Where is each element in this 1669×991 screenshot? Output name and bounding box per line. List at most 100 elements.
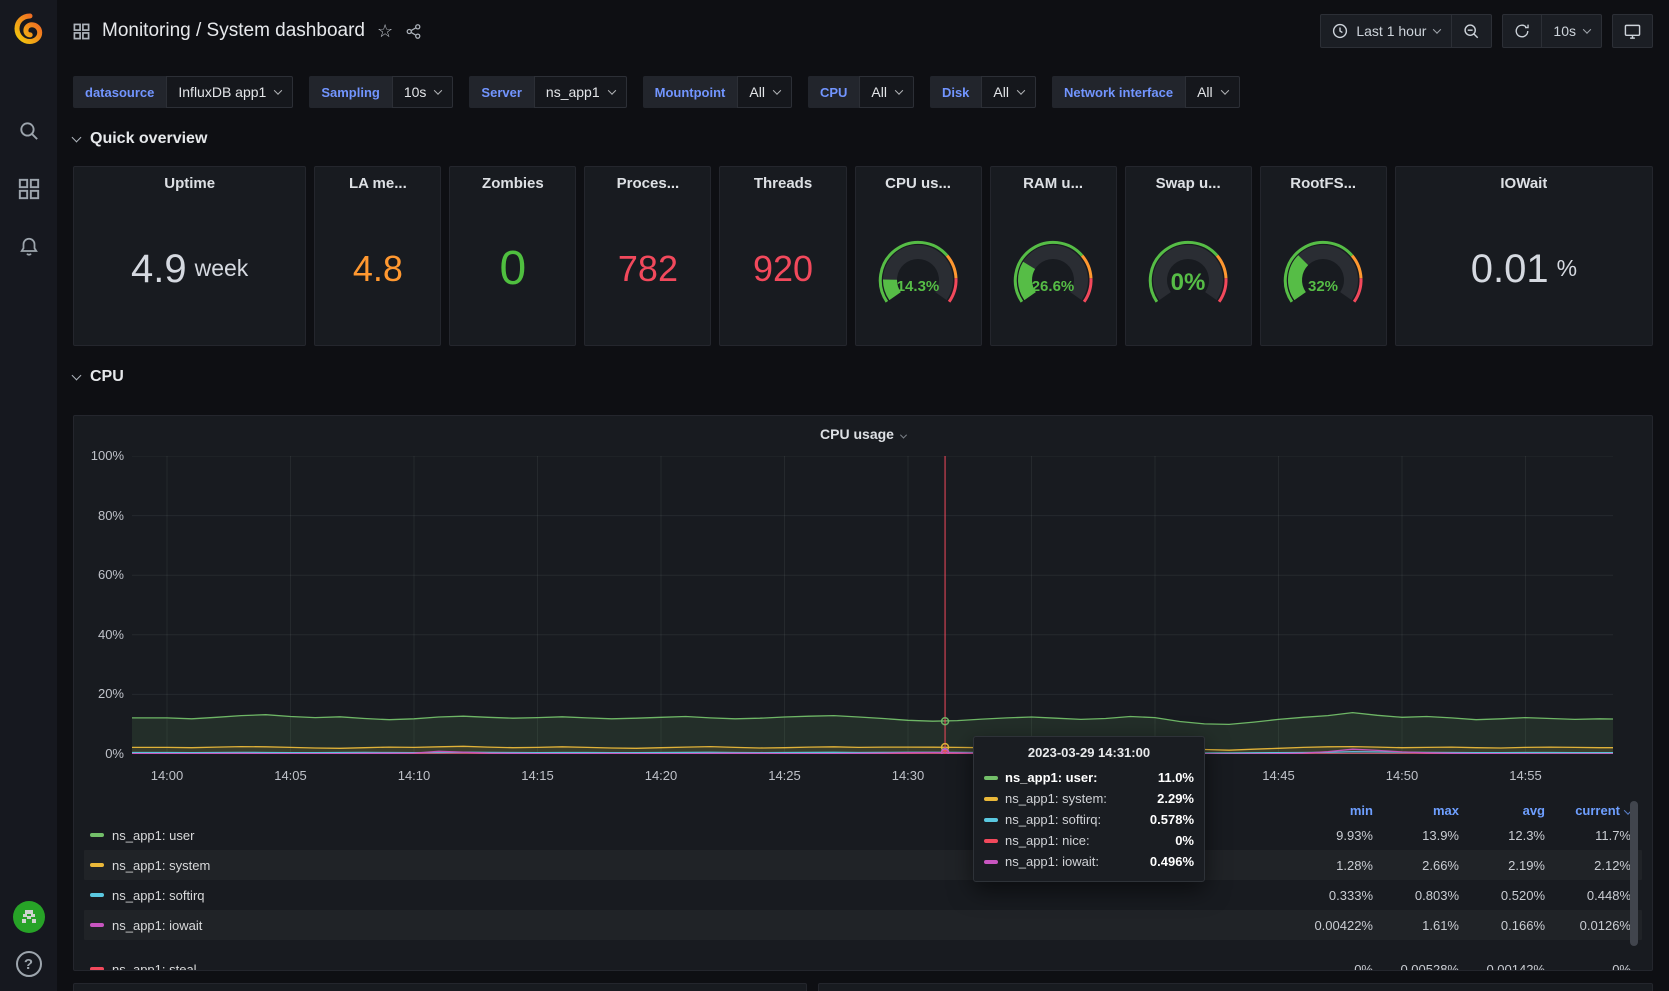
stat-panel-rootfs-: RootFS...32% (1260, 166, 1387, 346)
stat-panel-title: Proces... (617, 175, 680, 192)
legend-value: 0.00142% (1459, 962, 1545, 972)
x-tick-label: 14:10 (398, 768, 431, 783)
timeseries-plot[interactable] (132, 456, 1613, 754)
tooltip-timestamp: 2023-03-29 14:31:00 (984, 745, 1194, 760)
legend-header: minmaxavgcurrent (84, 800, 1642, 820)
series-swatch[interactable] (90, 863, 104, 867)
variable-value-dropdown[interactable]: 10s (392, 76, 454, 108)
chevron-down-icon (274, 86, 282, 94)
series-swatch[interactable] (90, 923, 104, 927)
panel-title-text: CPU usage (820, 426, 894, 442)
zoom-out-button[interactable] (1451, 15, 1491, 47)
next-panel-sliver-right (818, 983, 1653, 991)
x-tick-label: 14:55 (1509, 768, 1542, 783)
legend-series-label[interactable]: ns_app1: steal (112, 962, 197, 972)
gauge: 14.3% (858, 228, 978, 310)
x-tick-label: 14:20 (645, 768, 678, 783)
legend-column-max[interactable]: max (1373, 803, 1459, 818)
time-range-picker[interactable]: Last 1 hour (1321, 15, 1451, 47)
variable-disk: DiskAll (930, 76, 1036, 108)
variable-label: CPU (808, 76, 859, 108)
panel-title-cpu-usage[interactable]: CPU usage (74, 426, 1652, 442)
legend-series-label[interactable]: ns_app1: iowait (112, 918, 202, 933)
x-tick-label: 14:45 (1262, 768, 1295, 783)
tooltip-series-value: 2.29% (1157, 791, 1194, 806)
tooltip-row: ns_app1: system: 2.29% (984, 788, 1194, 809)
legend-series-label[interactable]: ns_app1: user (112, 828, 194, 843)
refresh-interval-picker[interactable]: 10s (1541, 15, 1601, 47)
variable-value-dropdown[interactable]: All (859, 76, 914, 108)
stat-value-area: 920 (720, 192, 845, 345)
variable-value-dropdown[interactable]: All (1185, 76, 1240, 108)
stat-panel-title: RAM u... (1023, 175, 1083, 192)
legend-scrollbar[interactable] (1630, 801, 1638, 946)
refresh-button[interactable] (1503, 15, 1541, 47)
x-tick-label: 14:25 (768, 768, 801, 783)
tv-kiosk-button[interactable] (1613, 15, 1652, 47)
series-swatch (984, 839, 998, 843)
dashboards-icon[interactable] (0, 166, 57, 212)
y-tick-label: 20% (80, 686, 124, 701)
variable-sampling: Sampling10s (309, 76, 453, 108)
chevron-down-icon (72, 132, 82, 142)
chevron-down-icon (1220, 86, 1228, 94)
section-quick-overview[interactable]: Quick overview (57, 130, 1669, 148)
legend-value: 13.9% (1373, 828, 1459, 843)
refresh-controls-group: 10s (1502, 14, 1602, 48)
legend-series-label[interactable]: ns_app1: softirq (112, 888, 205, 903)
stat-value-area: 782 (585, 192, 710, 345)
series-swatch[interactable] (90, 833, 104, 837)
stat-panel-uptime: Uptime4.9week (73, 166, 306, 346)
legend-column-current[interactable]: current (1545, 803, 1631, 818)
stat-panel-title: LA me... (349, 175, 407, 192)
variable-value-dropdown[interactable]: All (981, 76, 1036, 108)
legend-column-avg[interactable]: avg (1459, 803, 1545, 818)
apps-grid-icon[interactable] (73, 23, 90, 40)
share-icon[interactable] (405, 23, 422, 40)
stat-panel-zombies: Zombies0 (449, 166, 576, 346)
legend-value: 1.61% (1373, 918, 1459, 933)
legend-value: 1.28% (1287, 858, 1373, 873)
avatar-pixel-icon (19, 907, 39, 927)
variable-value-dropdown[interactable]: ns_app1 (534, 76, 627, 108)
variable-value-dropdown[interactable]: All (737, 76, 792, 108)
tooltip-series-label: ns_app1: softirq: (1005, 812, 1101, 827)
variable-mountpoint: MountpointAll (643, 76, 792, 108)
stat-panel-swap-u-: Swap u...0% (1125, 166, 1252, 346)
user-avatar[interactable] (13, 901, 45, 933)
help-icon[interactable]: ? (16, 951, 42, 977)
legend-value: 2.66% (1373, 858, 1459, 873)
stat-value-suffix: % (1557, 255, 1577, 282)
tooltip-series-label: ns_app1: system: (1005, 791, 1107, 806)
legend-value: 0.0126% (1545, 918, 1631, 933)
legend-series-label[interactable]: ns_app1: system (112, 858, 210, 873)
series-swatch (984, 860, 998, 864)
tooltip-row: ns_app1: softirq:0.578% (984, 809, 1194, 830)
tooltip-series-label: ns_app1: user: (1005, 770, 1097, 785)
series-swatch[interactable] (90, 967, 104, 971)
gauge: 26.6% (993, 228, 1113, 310)
dashboard-breadcrumb[interactable]: Monitoring / System dashboard (102, 20, 365, 42)
legend-value: 0.166% (1459, 918, 1545, 933)
tooltip-series-label: ns_app1: nice: (1005, 833, 1090, 848)
star-icon[interactable]: ☆ (377, 21, 393, 42)
section-cpu[interactable]: CPU (57, 368, 1669, 386)
grafana-logo[interactable] (10, 10, 48, 48)
legend-value: 2.12% (1545, 858, 1631, 873)
variable-label: datasource (73, 76, 166, 108)
legend-value: 0.333% (1287, 888, 1373, 903)
x-tick-label: 14:50 (1386, 768, 1419, 783)
stat-panel-title: Swap u... (1156, 175, 1221, 192)
variable-value-dropdown[interactable]: InfluxDB app1 (166, 76, 293, 108)
alerting-bell-icon[interactable] (0, 224, 57, 270)
legend-row: ns_app1: system1.28%2.66%2.19%2.12% (84, 850, 1642, 880)
legend-column-min[interactable]: min (1287, 803, 1373, 818)
legend-row: ns_app1: user9.93%13.9%12.3%11.7% (84, 820, 1642, 850)
legend-row: ns_app1: steal0%0.00528%0.00142%0% (84, 954, 1642, 971)
legend-row: ns_app1: iowait0.00422%1.61%0.166%0.0126… (84, 910, 1642, 940)
cpu-usage-panel: CPU usage 0%20%40%60%80%100% 14:0014:051… (73, 415, 1653, 971)
search-icon[interactable] (0, 108, 57, 154)
stat-panel-title: RootFS... (1290, 175, 1356, 192)
series-swatch[interactable] (90, 893, 104, 897)
y-tick-label: 60% (80, 567, 124, 582)
